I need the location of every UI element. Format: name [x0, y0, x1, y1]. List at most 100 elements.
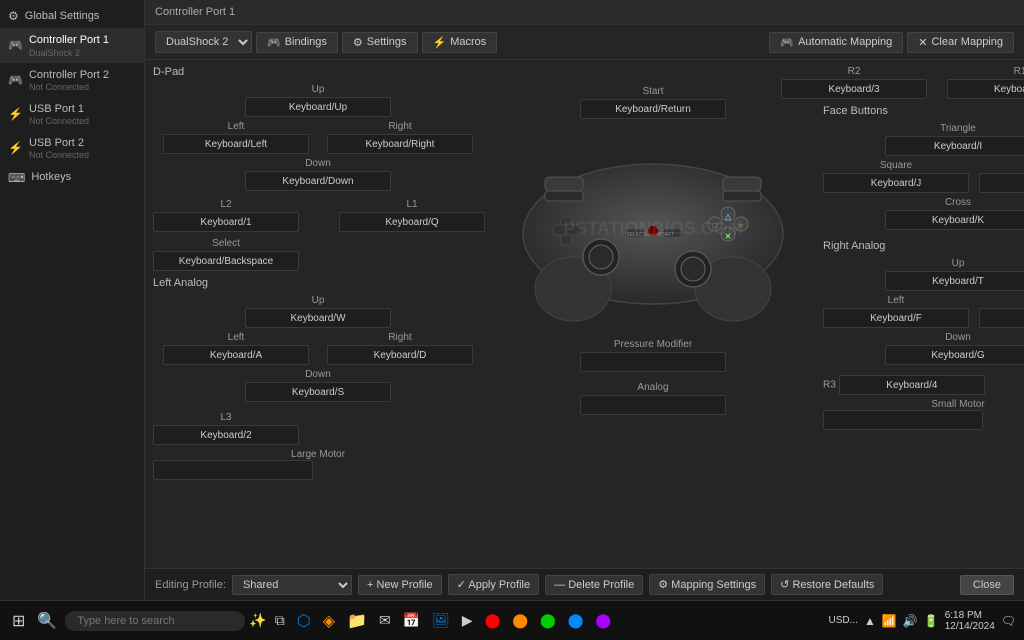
lanalog-down-input[interactable] [245, 382, 391, 402]
photos-icon[interactable]: 🖼 [428, 610, 454, 631]
close-button[interactable]: Close [960, 575, 1014, 595]
clear-mapping-button[interactable]: ✕ Clear Mapping [907, 32, 1014, 53]
l1-input[interactable] [339, 212, 485, 232]
mail-icon[interactable]: ✉ [375, 610, 395, 631]
browser-2-icon[interactable]: ◈ [319, 609, 339, 633]
browser-1-icon[interactable]: ⬡ [293, 609, 315, 633]
select-block: Select [153, 238, 299, 271]
sidebar-item-controller-port-2[interactable]: 🎮 Controller Port 2 Not Connected [0, 63, 144, 97]
search-icon[interactable]: 🔍 [33, 609, 61, 633]
ranalog-left-label: Left [888, 295, 905, 306]
sidebar-item-global-settings[interactable]: ⚙ Global Settings [0, 4, 144, 28]
ranalog-right-input[interactable] [979, 308, 1024, 328]
windows-start-icon[interactable]: ⊞ [8, 609, 29, 633]
task-view-icon[interactable]: ⧉ [271, 610, 289, 631]
sidebar-item-controller-port-1[interactable]: 🎮 Controller Port 1 DualShock 2 [0, 28, 144, 62]
ranalog-down-block: Down [885, 332, 1024, 365]
settings-button[interactable]: ⚙ Settings [342, 32, 418, 53]
lanalog-up-input[interactable] [245, 308, 391, 328]
plus-icon: + [367, 579, 373, 591]
start-label: Start [642, 86, 663, 97]
lanalog-down-label: Down [305, 369, 331, 380]
content-area: Controller Port 1 DualShock 2 🎮 Bindings… [145, 0, 1024, 600]
pressure-modifier-input[interactable] [580, 352, 726, 372]
ranalog-down-label: Down [945, 332, 971, 343]
calendar-icon[interactable]: 📅 [399, 610, 424, 631]
mapping-settings-button[interactable]: ⚙ Mapping Settings [649, 574, 765, 595]
ranalog-left-input[interactable] [823, 308, 969, 328]
analog-input[interactable] [580, 395, 726, 415]
bindings-button[interactable]: 🎮 Bindings [256, 32, 338, 53]
ranalog-down-input[interactable] [885, 345, 1024, 365]
face-buttons-section: Face Buttons Triangle Square [823, 105, 1024, 230]
small-motor-input[interactable] [823, 410, 983, 430]
window-title: Controller Port 1 [145, 0, 1024, 25]
sidebar-item-usb-port-1[interactable]: ⚡ USB Port 1 Not Connected [0, 97, 144, 131]
lanalog-down-block: Down [245, 369, 391, 402]
volume-icon: 🔊 [903, 614, 918, 628]
r1-block: R1 [947, 66, 1024, 99]
app3-icon[interactable]: ⬤ [536, 610, 560, 631]
files-icon[interactable]: 📁 [343, 609, 371, 633]
apply-icon: ✓ [457, 579, 466, 591]
lanalog-up-block: Up [245, 295, 391, 328]
cross-input[interactable] [885, 210, 1024, 230]
network-icon: 📶 [882, 614, 897, 628]
lanalog-left-input[interactable] [163, 345, 309, 365]
dpad-right-input[interactable] [327, 134, 473, 154]
triangle-label: Triangle [940, 123, 976, 134]
notification-icon: 🗨 [1001, 614, 1016, 628]
controller-display: △ □ ○ ✕ S [483, 129, 823, 329]
sidebar: ⚙ Global Settings 🎮 Controller Port 1 Du… [0, 0, 145, 600]
auto-mapping-button[interactable]: 🎮 Automatic Mapping [769, 32, 903, 53]
time: 6:18 PM [945, 610, 995, 621]
currency-indicator: USD... [829, 615, 858, 626]
delete-profile-button[interactable]: — Delete Profile [545, 575, 643, 595]
r3-input[interactable] [839, 375, 985, 395]
profile-select[interactable]: Shared [232, 575, 352, 595]
large-motor-input[interactable] [153, 460, 313, 480]
app4-icon[interactable]: ⬤ [564, 610, 588, 631]
dpad-section-label: D-Pad [153, 66, 483, 78]
sidebar-label-global-settings: Global Settings [25, 9, 100, 23]
dpad-left-block: Left [163, 121, 309, 154]
l2-input[interactable] [153, 212, 299, 232]
sidebar-item-usb-port-2[interactable]: ⚡ USB Port 2 Not Connected [0, 131, 144, 165]
sidebar-item-hotkeys[interactable]: ⌨ Hotkeys [0, 165, 144, 189]
dpad-up-block: Up [245, 84, 391, 117]
ranalog-up-input[interactable] [885, 271, 1024, 291]
app2-icon[interactable]: ⬤ [508, 610, 532, 631]
app5-icon[interactable]: ⬤ [591, 610, 615, 631]
svg-text:SELECT: SELECT [626, 232, 645, 238]
l3-input[interactable] [153, 425, 299, 445]
analog-label: Analog [637, 382, 668, 393]
start-input[interactable] [580, 99, 726, 119]
controller-type-select[interactable]: DualShock 2 [155, 31, 252, 53]
ranalog-up-label: Up [952, 258, 965, 269]
cross-block: Cross [885, 197, 1024, 230]
dpad-left-input[interactable] [163, 134, 309, 154]
circle-block: Circle [979, 160, 1024, 193]
triangle-input[interactable] [885, 136, 1024, 156]
dpad-up-input[interactable] [245, 97, 391, 117]
bottom-bar: Editing Profile: Shared + New Profile ✓ … [145, 568, 1024, 600]
restore-defaults-button[interactable]: ↺ Restore Defaults [771, 574, 883, 595]
taskbar-search-input[interactable] [65, 611, 245, 631]
new-profile-button[interactable]: + New Profile [358, 575, 442, 595]
select-input[interactable] [153, 251, 299, 271]
app1-icon[interactable]: ⬤ [481, 610, 505, 631]
apply-profile-button[interactable]: ✓ Apply Profile [448, 574, 539, 595]
dpad-down-input[interactable] [245, 171, 391, 191]
media-icon[interactable]: ▶ [458, 610, 477, 631]
r1-input[interactable] [947, 79, 1024, 99]
macros-icon: ⚡ [433, 36, 447, 49]
triangle-block: Triangle [885, 123, 1024, 156]
circle-input[interactable] [979, 173, 1024, 193]
square-input[interactable] [823, 173, 969, 193]
mapping-settings-icon: ⚙ [658, 579, 668, 591]
l3-label: L3 [220, 412, 231, 423]
macros-button[interactable]: ⚡ Macros [422, 32, 498, 53]
l3-row: L3 [153, 412, 483, 445]
lanalog-right-input[interactable] [327, 345, 473, 365]
dpad-down-label: Down [305, 158, 331, 169]
